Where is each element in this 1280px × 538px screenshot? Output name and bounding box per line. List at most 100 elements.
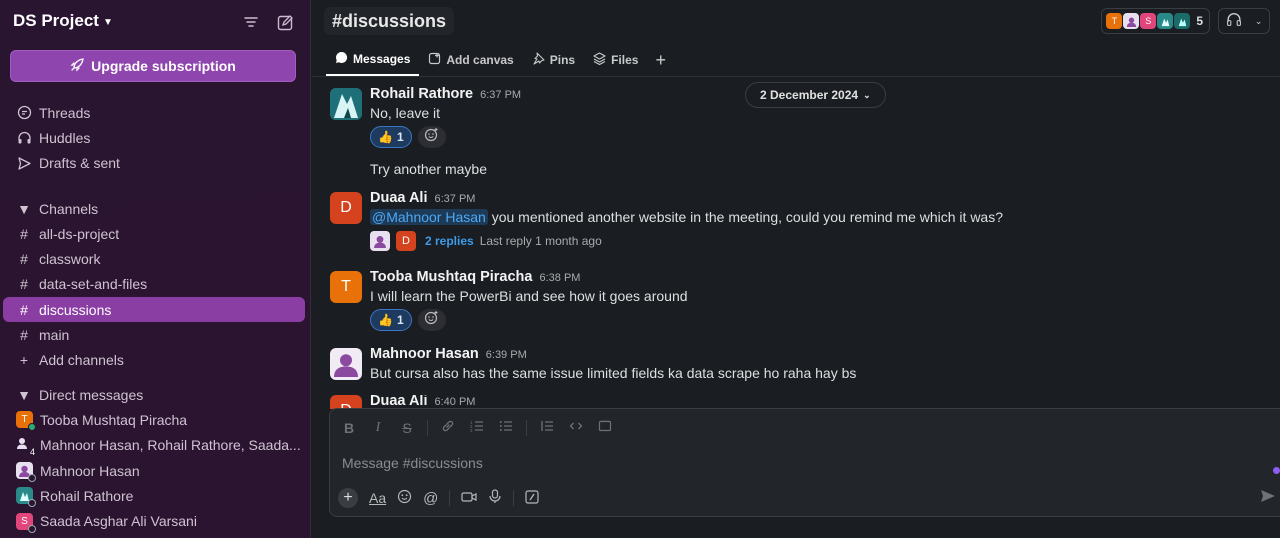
numbered-list-icon[interactable]: 123 <box>468 419 486 436</box>
text-format-icon[interactable]: Aa <box>369 490 386 506</box>
thread-replies[interactable]: D 2 replies Last reply 1 month ago <box>370 231 1250 251</box>
message-author[interactable]: Rohail Rathore <box>370 86 473 102</box>
date-divider-button[interactable]: 2 December 2024 ⌄ <box>745 82 886 108</box>
message-author[interactable]: Duaa Ali <box>370 190 427 206</box>
send-icon <box>1260 490 1276 507</box>
emoji-icon[interactable] <box>397 489 412 507</box>
headphones-icon <box>1226 11 1242 32</box>
sidebar-channel-main[interactable]: # main <box>0 322 311 347</box>
code-icon[interactable] <box>567 419 585 436</box>
message-time[interactable]: 6:40 PM <box>434 396 475 408</box>
tab-pins[interactable]: Pins <box>523 44 584 76</box>
add-channels-button[interactable]: + Add channels <box>0 348 311 373</box>
add-tab-button[interactable]: + <box>647 44 674 76</box>
sidebar-item-huddles[interactable]: Huddles <box>0 125 311 150</box>
section-label: Channels <box>39 200 99 217</box>
huddle-button[interactable]: ⌄ <box>1218 8 1270 34</box>
add-reaction-button[interactable] <box>417 309 446 331</box>
add-reaction-button[interactable] <box>417 126 446 148</box>
avatar <box>370 231 390 251</box>
member-list-button[interactable]: T S 5 <box>1101 8 1210 34</box>
link-icon[interactable] <box>439 419 457 436</box>
user-mention[interactable]: @Mahnoor Hasan <box>370 209 488 225</box>
message-time[interactable]: 6:39 PM <box>486 349 527 361</box>
channel-view: #discussions T S 5 ⌄ Messages Add canvas… <box>312 0 1280 538</box>
pin-icon <box>532 52 545 68</box>
avatar <box>1123 13 1140 29</box>
message-author[interactable]: Tooba Mushtaq Piracha <box>370 269 532 285</box>
svg-text:3: 3 <box>470 428 473 433</box>
message-time[interactable]: 6:37 PM <box>434 193 475 205</box>
sidebar-channel-all-ds-project[interactable]: # all-ds-project <box>0 221 311 246</box>
message-text: I will learn the PowerBi and see how it … <box>370 288 688 304</box>
avatar: S <box>1140 13 1157 29</box>
mention-icon[interactable]: @ <box>423 490 438 507</box>
italic-icon[interactable]: I <box>369 420 387 436</box>
microphone-icon[interactable] <box>488 489 502 507</box>
message-author[interactable]: Mahnoor Hasan <box>370 346 479 362</box>
rocket-icon <box>70 57 85 75</box>
dm-group[interactable]: 4 Mahnoor Hasan, Rohail Rathore, Saada..… <box>0 433 311 458</box>
divider <box>449 490 451 506</box>
avatar[interactable] <box>330 348 362 380</box>
avatar[interactable]: D <box>330 192 362 224</box>
upgrade-subscription-button[interactable]: Upgrade subscription <box>10 50 296 82</box>
dm-tooba[interactable]: T Tooba Mushtaq Piracha <box>0 407 311 432</box>
tab-add-canvas[interactable]: Add canvas <box>419 44 522 76</box>
sidebar-item-label: Drafts & sent <box>39 155 120 172</box>
tab-messages[interactable]: Messages <box>326 44 420 76</box>
bold-icon[interactable]: B <box>340 420 358 436</box>
sidebar-item-drafts[interactable]: Drafts & sent <box>0 151 311 176</box>
threads-icon <box>16 105 32 120</box>
dm-rohail[interactable]: Rohail Rathore <box>0 483 311 508</box>
section-label: Direct messages <box>39 386 144 403</box>
compose-icon[interactable] <box>275 12 295 32</box>
send-button[interactable] <box>1260 489 1276 508</box>
sidebar-channel-data-set-and-files[interactable]: # data-set-and-files <box>0 272 311 297</box>
strikethrough-icon[interactable]: S <box>398 420 416 436</box>
workspace-switcher[interactable]: DS Project ▼ <box>13 11 113 31</box>
sidebar-channel-discussions[interactable]: # discussions <box>3 297 305 323</box>
sidebar-channel-classwork[interactable]: # classwork <box>0 246 311 271</box>
channel-label: all-ds-project <box>39 225 120 242</box>
video-icon[interactable] <box>461 490 477 507</box>
dms-section-header[interactable]: ▼ Direct messages <box>0 382 311 407</box>
tab-files[interactable]: Files <box>584 44 647 76</box>
formatting-toolbar: B I S 123 <box>340 419 614 436</box>
channel-title-button[interactable]: #discussions <box>324 7 455 35</box>
dm-saada[interactable]: S Saada Asghar Ali Varsani <box>0 508 311 533</box>
message-text: @Mahnoor Hasan you mentioned another web… <box>370 209 1003 225</box>
channels-section-header[interactable]: ▼ Channels <box>0 196 311 221</box>
plus-icon: + <box>19 352 29 369</box>
dm-mahnoor[interactable]: Mahnoor Hasan <box>0 458 311 483</box>
chevron-down-icon: ⌄ <box>1254 15 1263 26</box>
status-dot <box>1273 467 1280 474</box>
message-author[interactable]: Duaa Ali <box>370 395 427 409</box>
blockquote-icon[interactable] <box>538 419 556 436</box>
channel-tabs: Messages Add canvas Pins Files + <box>326 44 674 76</box>
avatar[interactable] <box>330 88 362 120</box>
divider <box>312 76 1280 77</box>
message-icon <box>335 51 348 67</box>
slash-command-icon[interactable] <box>525 489 539 507</box>
message-time[interactable]: 6:38 PM <box>539 272 580 284</box>
filter-icon[interactable] <box>241 12 261 32</box>
bullet-list-icon[interactable] <box>497 419 515 436</box>
caret-down-icon: ▼ <box>17 386 31 403</box>
message-text: Try another maybe <box>370 161 487 177</box>
replies-link[interactable]: 2 replies <box>425 234 474 248</box>
message-input[interactable]: Message #discussions <box>342 455 483 471</box>
message-time[interactable]: 6:37 PM <box>480 89 521 101</box>
avatar[interactable]: T <box>330 271 362 303</box>
files-icon <box>593 52 606 68</box>
sidebar-item-threads[interactable]: Threads <box>0 100 311 125</box>
reaction-thumbs-up[interactable]: 👍 1 <box>370 126 412 148</box>
reaction-thumbs-up[interactable]: 👍 1 <box>370 309 412 331</box>
code-block-icon[interactable] <box>596 419 614 436</box>
avatar: D <box>396 231 416 251</box>
chevron-down-icon: ▼ <box>102 16 113 28</box>
avatar[interactable]: D <box>330 395 362 409</box>
hash-icon: # <box>20 327 28 344</box>
attach-plus-button[interactable]: + <box>338 488 358 508</box>
channel-label: discussions <box>39 301 112 318</box>
